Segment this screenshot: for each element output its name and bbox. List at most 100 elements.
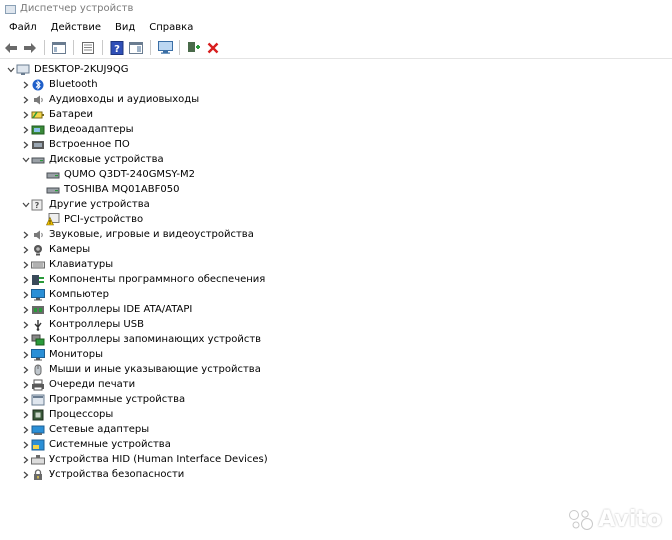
system-device-icon	[31, 439, 45, 451]
scan-hardware-button[interactable]	[157, 40, 173, 56]
device-item[interactable]: QUMO Q3DT-240GMSY-M2	[0, 167, 672, 182]
help-icon: ?	[110, 40, 124, 55]
expand-chevron-icon[interactable]	[21, 347, 31, 362]
tree-root[interactable]: DESKTOP-2KUJ9QG	[0, 62, 672, 77]
speaker-icon	[31, 94, 45, 106]
tree-item-label: Процессоры	[49, 409, 114, 420]
device-category[interactable]: Встроенное ПО	[0, 137, 672, 152]
expand-chevron-icon[interactable]	[21, 302, 31, 317]
speaker-icon	[31, 229, 45, 241]
device-category[interactable]: Видеоадаптеры	[0, 122, 672, 137]
expand-chevron-icon[interactable]	[21, 362, 31, 377]
uninstall-device-button[interactable]	[205, 40, 221, 56]
expand-chevron-icon[interactable]	[21, 122, 31, 137]
show-hide-console-tree-button[interactable]	[51, 40, 67, 56]
processor-icon	[31, 409, 45, 421]
avito-logo-icon	[569, 509, 594, 530]
tree-item-label: Компьютер	[49, 289, 109, 300]
tree-item-label: TOSHIBA MQ01ABF050	[64, 184, 180, 195]
device-item[interactable]: PCI-устройство	[0, 212, 672, 227]
storage-controller-icon	[31, 334, 45, 346]
device-category[interactable]: Сетевые адаптеры	[0, 422, 672, 437]
device-category[interactable]: Дисковые устройства	[0, 152, 672, 167]
expand-chevron-icon[interactable]	[21, 452, 31, 467]
forward-arrow-icon	[24, 42, 36, 53]
tree-item-label: Компоненты программного обеспечения	[49, 274, 266, 285]
menu-file[interactable]: Файл	[2, 18, 44, 37]
expand-chevron-icon[interactable]	[21, 332, 31, 347]
device-category[interactable]: Контроллеры IDE ATA/ATAPI	[0, 302, 672, 317]
disk-drive-icon	[31, 154, 45, 166]
expand-chevron-icon[interactable]	[21, 377, 31, 392]
tree-item-label: Контроллеры USB	[49, 319, 144, 330]
firmware-icon	[31, 139, 45, 151]
device-category[interactable]: Звуковые, игровые и видеоустройства	[0, 227, 672, 242]
display-adapter-icon	[31, 124, 45, 136]
forward-button[interactable]	[22, 40, 38, 56]
tree-item-label: Другие устройства	[49, 199, 150, 210]
expand-chevron-icon[interactable]	[21, 437, 31, 452]
add-driver-button[interactable]	[186, 40, 202, 56]
expand-chevron-icon[interactable]	[21, 227, 31, 242]
device-category[interactable]: Мониторы	[0, 347, 672, 362]
device-category[interactable]: Батареи	[0, 107, 672, 122]
expand-chevron-icon[interactable]	[21, 422, 31, 437]
device-category[interactable]: Контроллеры запоминающих устройств	[0, 332, 672, 347]
expand-chevron-icon[interactable]	[21, 467, 31, 482]
expand-chevron-icon[interactable]	[21, 242, 31, 257]
device-category[interactable]: Очереди печати	[0, 377, 672, 392]
help-button[interactable]: ?	[109, 40, 125, 56]
tree-item-label: Системные устройства	[49, 439, 171, 450]
tree-item-label: Устройства безопасности	[49, 469, 185, 480]
device-category[interactable]: Устройства HID (Human Interface Devices)	[0, 452, 672, 467]
device-category[interactable]: Устройства безопасности	[0, 467, 672, 482]
device-category[interactable]: Контроллеры USB	[0, 317, 672, 332]
tree-item-label: Встроенное ПО	[49, 139, 130, 150]
tree-item-label: Очереди печати	[49, 379, 136, 390]
expand-chevron-icon[interactable]	[21, 137, 31, 152]
expand-chevron-icon[interactable]	[21, 407, 31, 422]
back-button[interactable]	[3, 40, 19, 56]
device-category[interactable]: Мыши и иные указывающие устройства	[0, 362, 672, 377]
device-category[interactable]: Системные устройства	[0, 437, 672, 452]
device-item[interactable]: TOSHIBA MQ01ABF050	[0, 182, 672, 197]
device-category[interactable]: ? Другие устройства	[0, 197, 672, 212]
properties-button[interactable]	[80, 40, 96, 56]
tree-item-label: Клавиатуры	[49, 259, 114, 270]
remove-x-icon	[207, 42, 219, 53]
software-component-icon	[31, 274, 45, 286]
tree-item-label: Bluetooth	[49, 79, 98, 90]
expand-chevron-icon[interactable]	[21, 257, 31, 272]
device-category[interactable]: Компоненты программного обеспечения	[0, 272, 672, 287]
collapse-chevron-icon[interactable]	[21, 197, 31, 212]
back-arrow-icon	[5, 42, 17, 53]
expand-chevron-icon[interactable]	[21, 92, 31, 107]
tree-item-label: Дисковые устройства	[49, 154, 164, 165]
collapse-chevron-icon[interactable]	[6, 62, 16, 77]
action-pane-button[interactable]	[128, 40, 144, 56]
expand-chevron-icon[interactable]	[21, 287, 31, 302]
menu-action[interactable]: Действие	[44, 18, 108, 37]
menu-help[interactable]: Справка	[142, 18, 200, 37]
printer-icon	[31, 379, 45, 391]
expand-chevron-icon[interactable]	[21, 77, 31, 92]
device-category[interactable]: Программные устройства	[0, 392, 672, 407]
menu-view[interactable]: Вид	[108, 18, 142, 37]
expand-chevron-icon[interactable]	[21, 107, 31, 122]
computer-icon	[16, 64, 30, 76]
device-category[interactable]: Компьютер	[0, 287, 672, 302]
device-category[interactable]: Аудиовходы и аудиовыходы	[0, 92, 672, 107]
expand-chevron-icon[interactable]	[21, 317, 31, 332]
tree-item-label: Сетевые адаптеры	[49, 424, 150, 435]
device-category[interactable]: Камеры	[0, 242, 672, 257]
collapse-chevron-icon[interactable]	[21, 152, 31, 167]
expand-chevron-icon[interactable]	[21, 392, 31, 407]
device-category[interactable]: Клавиатуры	[0, 257, 672, 272]
device-category[interactable]: Bluetooth	[0, 77, 672, 92]
camera-icon	[31, 244, 45, 256]
device-category[interactable]: Процессоры	[0, 407, 672, 422]
ide-controller-icon	[31, 304, 45, 316]
expand-chevron-icon[interactable]	[21, 272, 31, 287]
